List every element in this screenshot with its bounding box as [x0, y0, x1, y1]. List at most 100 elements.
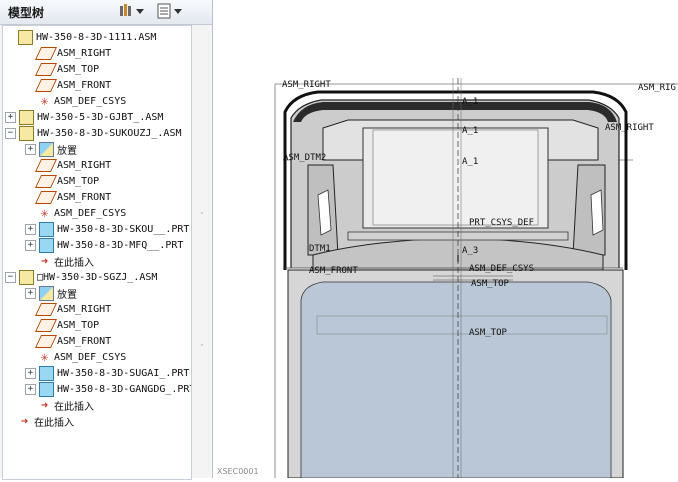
show-dropdown-icon	[157, 3, 182, 19]
tree-item-label: HW-350-8-3D-MFQ__.PRT	[57, 239, 184, 251]
tree-item[interactable]: + HW-350-8-3D-SUGAI_.PRT	[25, 365, 189, 381]
tree-item-label: ASM_TOP	[57, 63, 100, 75]
tools-dropdown-icon	[120, 4, 144, 16]
tree-item-label: ASM_DEF_CSYS	[54, 95, 127, 107]
tree-item-label: ASM_FRONT	[57, 79, 112, 91]
expand-icon[interactable]: +	[25, 239, 36, 251]
model-tree-title: 模型树	[8, 6, 45, 20]
expand-icon[interactable]: +	[25, 143, 36, 155]
csys-label[interactable]: ASM_DEF_CSYS	[469, 264, 534, 274]
tree-item[interactable]: ✳ ASM_DEF_CSYS	[25, 349, 127, 365]
tree-item[interactable]: ✳ ASM_DEF_CSYS	[25, 205, 127, 221]
datum-label[interactable]: ASM_RIG	[638, 83, 676, 93]
model-tree[interactable]: HW-350-8-3D-1111.ASM ASM_RIGHT ASM_TOP ASM_…	[2, 25, 192, 480]
datum-plane-icon	[34, 334, 58, 348]
tree-item[interactable]: ASM_RIGHT	[25, 45, 111, 61]
section-name-label: XSEC0001	[217, 467, 259, 476]
part-icon	[39, 237, 54, 253]
tree-item-label: HW-350-8-3D-GANGDG_.PRT	[57, 383, 192, 395]
tree-item-label: ASM_TOP	[57, 319, 100, 331]
tree-item-label: ASM_DEF_CSYS	[54, 351, 127, 363]
insert-here-icon: ➜	[40, 397, 49, 412]
tree-item-label: 放置	[57, 289, 77, 301]
coordinate-system-icon: ✳	[40, 93, 49, 109]
datum-plane-icon	[34, 302, 58, 316]
datum-plane-icon	[34, 78, 58, 92]
splitter-grip-icon[interactable]: ·	[198, 340, 206, 352]
tree-item-label: HW-350-8-3D-SUGAI_.PRT	[57, 367, 190, 379]
tree-item[interactable]: ✳ ASM_DEF_CSYS	[25, 93, 127, 109]
tree-item-label: 在此插入	[54, 257, 94, 269]
tree-item[interactable]: ASM_TOP	[25, 61, 99, 77]
insert-here-icon: ➜	[40, 253, 49, 268]
tree-item[interactable]: + HW-350-8-3D-GANGDG_.PRT	[25, 381, 192, 397]
tree-item[interactable]: ASM_FRONT	[25, 77, 111, 93]
datum-plane-icon	[34, 158, 58, 172]
csys-label[interactable]: PRT_CSYS_DEF	[469, 218, 534, 228]
tree-item[interactable]: ASM_FRONT	[25, 333, 111, 349]
model-tree-panel: 模型树 HW-350-8-3D-1111.ASM ASM_RIGHT ASM_TOP…	[0, 0, 213, 480]
placement-icon	[39, 285, 54, 301]
tree-item-label: □HW-350-3D-SGZJ_.ASM	[37, 271, 158, 283]
expand-icon[interactable]: +	[5, 111, 16, 123]
part-icon	[39, 365, 54, 381]
tree-item[interactable]: ➜ 在此插入	[5, 413, 74, 429]
datum-plane-icon	[34, 190, 58, 204]
cross-section-drawing: ASM_RIGHT ASM_RIG ASM_RIGHT A_1 A_1 A_1 …	[274, 78, 678, 479]
tree-item-label: ASM_TOP	[57, 175, 100, 187]
tree-item[interactable]: ASM_RIGHT	[25, 301, 111, 317]
tree-item-label: ASM_FRONT	[57, 335, 112, 347]
tree-item[interactable]: ASM_RIGHT	[25, 157, 111, 173]
tree-item[interactable]: + HW-350-8-3D-SKOU__.PRT	[25, 221, 189, 237]
tools-dropdown-button[interactable]	[116, 2, 148, 20]
graphics-viewport[interactable]: ASM_RIGHT ASM_RIG ASM_RIGHT A_1 A_1 A_1 …	[213, 0, 678, 479]
datum-label[interactable]: ASM_RIGHT	[605, 123, 654, 133]
expand-icon[interactable]: +	[25, 367, 36, 379]
datum-label[interactable]: ASM_FRONT	[309, 266, 358, 276]
splitter-grip-icon[interactable]: ·	[198, 208, 206, 220]
tree-item[interactable]: + HW-350-8-3D-MFQ__.PRT	[25, 237, 183, 253]
tree-item[interactable]: ➜ 在此插入	[25, 397, 94, 413]
tree-item[interactable]: + 放置	[25, 141, 77, 157]
datum-plane-icon	[34, 174, 58, 188]
datum-label[interactable]: ASM_RIGHT	[282, 80, 331, 90]
coordinate-system-icon: ✳	[40, 205, 49, 221]
tree-item[interactable]: + 放置	[25, 285, 77, 301]
tree-item-label: ASM_RIGHT	[57, 159, 112, 171]
tree-item[interactable]: − HW-350-8-3D-SUKOUZJ_.ASM	[5, 125, 182, 141]
datum-label[interactable]: DTM1	[309, 244, 331, 254]
placement-icon	[39, 141, 54, 157]
axis-label[interactable]: A_1	[462, 97, 478, 107]
datum-label[interactable]: ASM_TOP	[471, 279, 510, 289]
coordinate-system-icon: ✳	[40, 349, 49, 365]
tree-item[interactable]: ASM_FRONT	[25, 189, 111, 205]
part-icon	[39, 381, 54, 397]
datum-plane-icon	[34, 46, 58, 60]
tree-item[interactable]: ASM_TOP	[25, 173, 99, 189]
tree-item[interactable]: + HW-350-5-3D-GJBT_.ASM	[5, 109, 163, 125]
collapse-icon[interactable]: −	[5, 127, 16, 139]
show-dropdown-button[interactable]	[154, 2, 186, 20]
tree-item[interactable]: ASM_TOP	[25, 317, 99, 333]
tree-item-label: 在此插入	[34, 417, 74, 429]
panel-splitter[interactable]: · ·	[196, 28, 208, 476]
axis-label[interactable]: A_1	[462, 157, 478, 167]
datum-label[interactable]: ASM_DTM2	[283, 153, 326, 163]
tree-item-label: ASM_RIGHT	[57, 303, 112, 315]
tree-item-label: HW-350-8-3D-SKOU__.PRT	[57, 223, 190, 235]
collapse-icon[interactable]: −	[5, 271, 16, 283]
tree-item-label: 放置	[57, 145, 77, 157]
expand-icon[interactable]: +	[25, 223, 36, 235]
tree-item[interactable]: − □HW-350-3D-SGZJ_.ASM	[5, 269, 157, 285]
expand-icon[interactable]: +	[25, 383, 36, 395]
datum-plane-icon	[34, 62, 58, 76]
axis-label[interactable]: A_1	[462, 126, 478, 136]
datum-label[interactable]: ASM_TOP	[469, 328, 508, 338]
tree-item-label: ASM_DEF_CSYS	[54, 207, 127, 219]
tree-item-label: ASM_FRONT	[57, 191, 112, 203]
axis-label[interactable]: A_3	[462, 246, 478, 256]
expand-icon[interactable]: +	[25, 287, 36, 299]
assembly-icon	[19, 125, 34, 141]
tree-item[interactable]: ➜ 在此插入	[25, 253, 94, 269]
tree-item[interactable]: HW-350-8-3D-1111.ASM	[5, 29, 156, 45]
